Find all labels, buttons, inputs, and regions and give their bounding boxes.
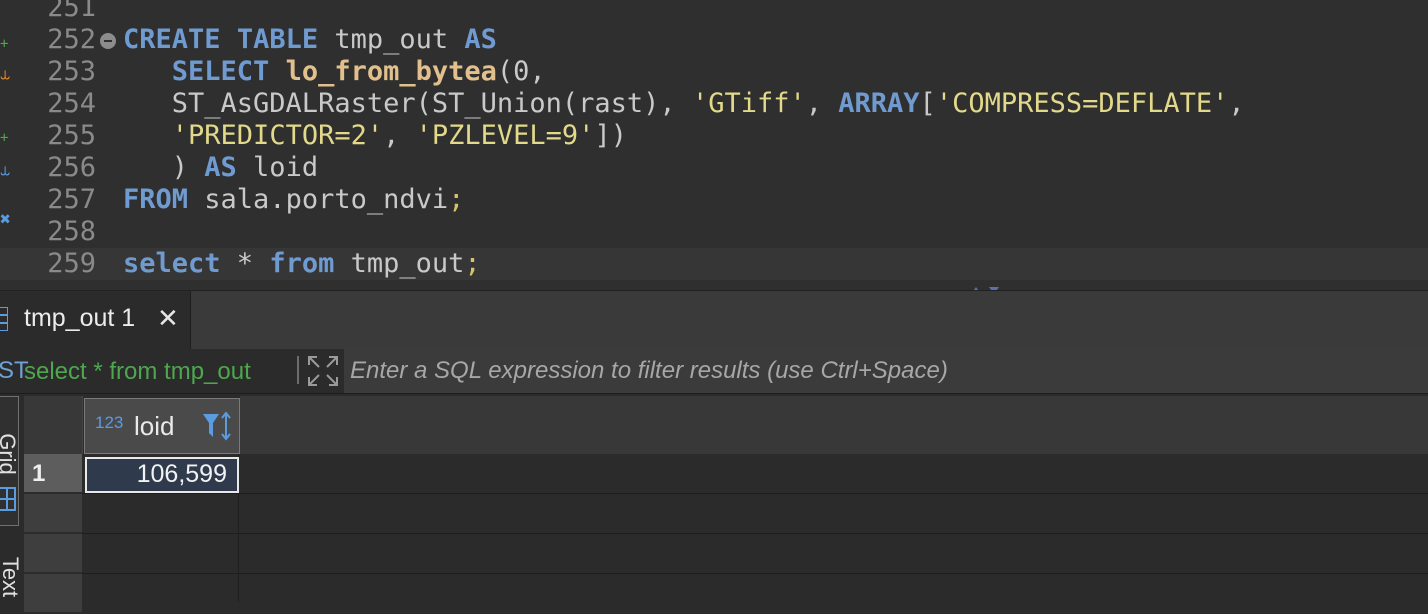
row-number-empty	[24, 494, 82, 534]
code-text: select * from tmp_out;	[123, 248, 481, 280]
sql-string: 'PZLEVEL=9'	[415, 120, 595, 151]
sql-keyword: SELECT	[171, 56, 270, 87]
code-text: CREATE TABLE tmp_out AS	[123, 24, 497, 56]
separator	[297, 356, 299, 384]
table-grid-icon	[0, 307, 8, 331]
fold-collapse-icon[interactable]	[100, 33, 116, 49]
code-line[interactable]: 259 select * from tmp_out;	[0, 248, 1428, 280]
code-line[interactable]: 254 ST_AsGDALRaster(ST_Union(rast), 'GTi…	[0, 88, 1428, 120]
sql-keyword: from	[269, 248, 335, 279]
row-number-empty	[24, 534, 82, 574]
sql-string: 'PREDICTOR=2'	[171, 120, 384, 151]
sql-token: tmp_out	[318, 24, 465, 55]
sql-keyword: CREATE	[123, 24, 221, 55]
line-number: 256	[47, 152, 96, 183]
line-number: 258	[47, 216, 96, 247]
sql-string: 'GTiff'	[691, 88, 806, 119]
code-line[interactable]: 256 ) AS loid	[0, 152, 1428, 184]
scroll-arrows-icon[interactable]	[965, 281, 1005, 290]
filter-input[interactable]	[344, 349, 1428, 393]
column-header-label: loid	[134, 411, 175, 441]
sql-keyword: select	[123, 248, 221, 279]
code-line[interactable]: 255 'PREDICTOR=2', 'PZLEVEL=9'])	[0, 120, 1428, 152]
numeric-type-icon: 123	[95, 413, 124, 432]
line-number: 252	[47, 24, 96, 55]
view-side-tabs: Grid Text	[0, 394, 23, 602]
row-number-label: 1	[32, 460, 46, 487]
sql-token: ST_AsGDALRaster(ST_Union(rast),	[123, 88, 692, 119]
side-tab-grid[interactable]: Grid	[0, 396, 20, 526]
sql-function: lo_from_bytea	[285, 56, 497, 87]
tab-label: tmp_out 1	[24, 304, 136, 332]
filter-sort-icon[interactable]	[201, 411, 235, 441]
sql-editor[interactable]: + ⥿ + ⥿ ✖ ⋮ 251252CREATE TABLE tmp_out A…	[0, 0, 1428, 290]
code-text: 'PREDICTOR=2', 'PZLEVEL=9'])	[123, 120, 627, 152]
line-number: 251	[47, 0, 96, 23]
close-icon[interactable]: ✕	[157, 303, 179, 334]
code-text: ST_AsGDALRaster(ST_Union(rast), 'GTiff',…	[123, 88, 1245, 120]
sql-token: )	[123, 152, 205, 183]
sql-token: (0,	[496, 56, 546, 87]
filter-bar: ST select * from tmp_out	[0, 349, 1428, 394]
code-line[interactable]: 253 SELECT lo_from_bytea(0,	[0, 56, 1428, 88]
grid-line	[82, 493, 1428, 494]
sql-token: sala.porto_ndvi	[188, 184, 449, 215]
grid-line	[82, 573, 1428, 574]
sql-keyword: AS	[464, 24, 497, 55]
grid-corner[interactable]	[24, 396, 83, 454]
code-line[interactable]: 258	[0, 216, 1428, 248]
sql-token: *	[220, 248, 270, 279]
line-number: 253	[47, 56, 96, 87]
sql-token: ;	[448, 184, 465, 215]
side-tab-text[interactable]: Text	[0, 557, 23, 597]
sql-string: 'COMPRESS=DEFLATE'	[935, 88, 1229, 119]
code-text: FROM sala.porto_ndvi;	[123, 184, 464, 216]
code-line[interactable]: 251	[0, 0, 1428, 24]
code-line[interactable]: 257 FROM sala.porto_ndvi;	[0, 184, 1428, 216]
cell-loid[interactable]: 106,599	[85, 457, 239, 493]
line-number: 259	[47, 248, 96, 279]
code-text: ) AS loid	[123, 152, 318, 184]
sql-keyword: ARRAY	[838, 88, 920, 119]
sql-token: ])	[594, 120, 627, 151]
sql-token: ,	[383, 120, 416, 151]
sql-token: ,	[805, 88, 839, 119]
sql-token: tmp_out	[334, 248, 465, 279]
sql-keyword: FROM	[123, 184, 189, 215]
results-tab-bar: tmp_out 1 ✕	[0, 290, 1428, 349]
query-text-label[interactable]: select * from tmp_out	[24, 358, 251, 386]
sql-token: [	[919, 88, 936, 119]
sql-keyword: AS	[204, 152, 237, 183]
sql-token: ;	[464, 248, 481, 279]
column-header-loid[interactable]: 123 loid	[84, 398, 240, 454]
row-number[interactable]: 1	[24, 454, 82, 494]
cell-value: 106,599	[136, 460, 227, 488]
grid-icon	[0, 487, 16, 511]
line-number: 254	[47, 88, 96, 119]
sql-token: loid	[236, 152, 319, 183]
line-number: 255	[47, 120, 96, 151]
tab-tmp-out-1[interactable]: tmp_out 1 ✕	[0, 291, 191, 349]
row-number-empty	[24, 574, 82, 614]
sql-keyword: TABLE	[236, 24, 319, 55]
header-empty-area	[240, 396, 1428, 454]
grid-line	[82, 533, 1428, 534]
code-text: SELECT lo_from_bytea(0,	[123, 56, 546, 88]
side-tab-grid-label: Grid	[0, 433, 20, 475]
line-number: 257	[47, 184, 96, 215]
results-grid: 123 loid 1 106,599	[24, 396, 1428, 614]
code-line[interactable]: 252 CREATE TABLE tmp_out AS	[0, 24, 1428, 56]
sql-token: ,	[1228, 88, 1245, 119]
expand-icon[interactable]	[307, 355, 339, 387]
